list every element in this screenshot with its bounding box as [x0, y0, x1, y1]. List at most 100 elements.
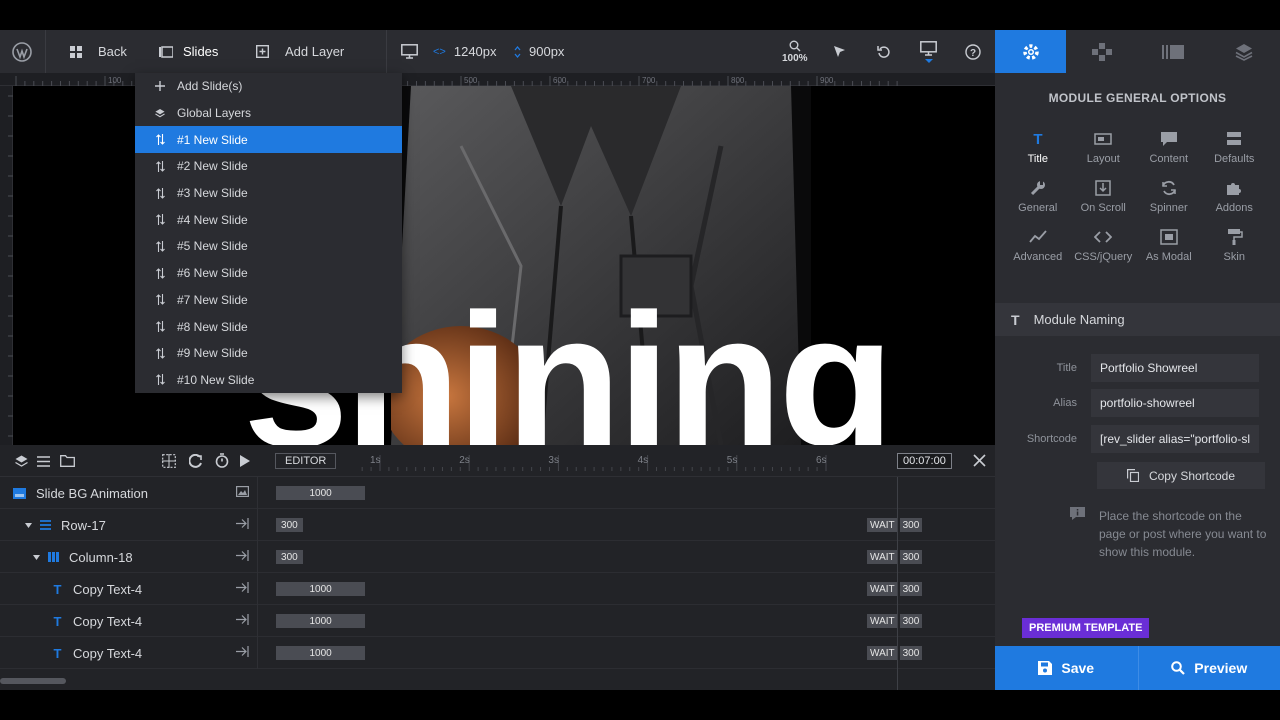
- slide-menu-item[interactable]: #2 New Slide: [135, 153, 402, 180]
- layer-item[interactable]: Slide BG Animation: [0, 477, 258, 509]
- tab-module-settings[interactable]: [995, 30, 1067, 73]
- layers-icon[interactable]: [15, 455, 28, 468]
- wait-block[interactable]: WAIT 300: [867, 550, 923, 564]
- image-icon[interactable]: [236, 486, 249, 497]
- tab-layer-options[interactable]: [1209, 30, 1280, 73]
- timeline-ruler[interactable]: 1s 2s 3s 4s 5s 6s: [265, 445, 895, 477]
- height-field[interactable]: 900px: [514, 30, 564, 73]
- option-layout[interactable]: Layout: [1071, 123, 1137, 172]
- slide-menu-item[interactable]: #3 New Slide: [135, 180, 402, 207]
- loop-icon[interactable]: [189, 454, 203, 468]
- wordpress-logo-icon[interactable]: [12, 30, 32, 73]
- timeline-row[interactable]: T Copy Text-4 1000 WAIT 300: [0, 637, 995, 669]
- help-button[interactable]: ?: [965, 30, 981, 73]
- monitor-icon: [401, 44, 418, 59]
- timeline-row[interactable]: T Copy Text-4 1000 WAIT 300: [0, 605, 995, 637]
- layer-item[interactable]: T Copy Text-4: [0, 573, 258, 605]
- add-layer-button[interactable]: Add Layer: [256, 30, 344, 73]
- module-naming-section[interactable]: T Module Naming: [995, 303, 1280, 336]
- wait-block[interactable]: WAIT 300: [867, 646, 923, 660]
- device-desktop-button[interactable]: [401, 30, 418, 73]
- slide-menu-item[interactable]: #9 New Slide: [135, 340, 402, 367]
- option-general[interactable]: General: [1005, 172, 1071, 221]
- options-grid: T Title Layout Content Defaults General On Scr…: [995, 123, 1280, 270]
- wait-value: 300: [899, 518, 923, 532]
- jump-to-icon[interactable]: [236, 614, 249, 625]
- jump-to-icon[interactable]: [236, 518, 249, 529]
- option-as-modal[interactable]: As Modal: [1136, 221, 1202, 270]
- shortcode-field[interactable]: [rev_slider alias="portfolio-sl: [1091, 425, 1259, 453]
- timeline-row[interactable]: Column-18 300 WAIT 300: [0, 541, 995, 573]
- jump-to-icon[interactable]: [236, 646, 249, 657]
- preview-button[interactable]: Preview: [1137, 646, 1280, 690]
- timeline-row[interactable]: T Copy Text-4 1000 WAIT 300: [0, 573, 995, 605]
- timeline-row[interactable]: Row-17 300 WAIT 300: [0, 509, 995, 541]
- jump-to-icon[interactable]: [236, 582, 249, 593]
- animation-bar[interactable]: 1000: [276, 646, 366, 660]
- caret-down-icon[interactable]: [33, 554, 40, 560]
- option-title[interactable]: T Title: [1005, 123, 1071, 172]
- slide-menu-item[interactable]: #8 New Slide: [135, 313, 402, 340]
- select-tool-button[interactable]: [833, 30, 846, 73]
- width-field[interactable]: <> 1240px: [433, 30, 497, 73]
- layout-icon: [1094, 130, 1112, 148]
- option-defaults[interactable]: Defaults: [1202, 123, 1268, 172]
- title-field[interactable]: Portfolio Showreel: [1091, 354, 1259, 382]
- add-slides-item[interactable]: Add Slide(s): [135, 73, 402, 100]
- timeline-scrollbar[interactable]: [0, 678, 66, 684]
- slide-menu-item-label: #6 New Slide: [177, 266, 248, 281]
- timeline-panel: EDITOR 1s 2s 3s 4s 5s 6s 00:07:00 Slide BG An…: [0, 445, 995, 690]
- wait-block[interactable]: WAIT 300: [867, 518, 923, 532]
- option-content[interactable]: Content: [1136, 123, 1202, 172]
- option-advanced[interactable]: Advanced: [1005, 221, 1071, 270]
- stopwatch-icon[interactable]: [215, 453, 229, 468]
- animation-bar[interactable]: 300: [276, 518, 303, 532]
- animation-bar[interactable]: 1000: [276, 486, 366, 500]
- list-icon[interactable]: [37, 456, 50, 467]
- layer-item[interactable]: T Copy Text-4: [0, 637, 258, 669]
- option-skin[interactable]: Skin: [1202, 221, 1268, 270]
- jump-to-icon[interactable]: [236, 550, 249, 561]
- back-button[interactable]: Back: [70, 30, 127, 73]
- caret-down-icon[interactable]: [25, 522, 32, 528]
- grid-select-icon[interactable]: [162, 454, 176, 468]
- layer-item[interactable]: Row-17: [0, 509, 258, 541]
- slide-menu-item[interactable]: #4 New Slide: [135, 206, 402, 233]
- slides-icon: [159, 45, 173, 58]
- option-spinner[interactable]: Spinner: [1136, 172, 1202, 221]
- slide-menu-item[interactable]: #1 New Slide: [135, 126, 402, 154]
- zoom-control[interactable]: 100%: [782, 30, 808, 73]
- copy-shortcode-button[interactable]: Copy Shortcode: [1097, 462, 1265, 489]
- wait-block[interactable]: WAIT 300: [867, 614, 923, 628]
- animation-bar[interactable]: 1000: [276, 614, 366, 628]
- layer-item[interactable]: T Copy Text-4: [0, 605, 258, 637]
- option-css-jquery[interactable]: CSS/jQuery: [1071, 221, 1137, 270]
- slide-menu-item[interactable]: #6 New Slide: [135, 260, 402, 287]
- animation-bar[interactable]: 1000: [276, 582, 366, 596]
- wait-block[interactable]: WAIT 300: [867, 582, 923, 596]
- animation-bar[interactable]: 300: [276, 550, 303, 564]
- spinner-icon: [1160, 179, 1178, 197]
- slide-menu-item[interactable]: #7 New Slide: [135, 287, 402, 314]
- save-button[interactable]: Save: [995, 646, 1138, 690]
- slide-menu-item[interactable]: #10 New Slide: [135, 367, 402, 394]
- svg-text:?: ?: [970, 48, 976, 59]
- option-addons[interactable]: Addons: [1202, 172, 1268, 221]
- folder-icon[interactable]: [60, 455, 75, 467]
- undo-button[interactable]: [877, 30, 891, 73]
- end-time[interactable]: 00:07:00: [897, 453, 952, 469]
- tab-slide-options[interactable]: [1138, 30, 1209, 73]
- close-icon[interactable]: [973, 454, 986, 467]
- wait-label: WAIT: [867, 614, 898, 628]
- layer-item[interactable]: Column-18: [0, 541, 258, 573]
- slide-menu-item[interactable]: #5 New Slide: [135, 233, 402, 260]
- global-layers-item[interactable]: Global Layers: [135, 100, 402, 127]
- timeline-row[interactable]: Slide BG Animation 1000: [0, 477, 995, 509]
- layers-icon: [155, 108, 165, 119]
- slides-button[interactable]: Slides: [159, 30, 218, 73]
- tab-navigation[interactable]: [1066, 30, 1137, 73]
- play-icon[interactable]: [240, 455, 250, 467]
- option-on-scroll[interactable]: On Scroll: [1071, 172, 1137, 221]
- alias-field[interactable]: portfolio-showreel: [1091, 389, 1259, 417]
- preview-device-button[interactable]: [920, 30, 937, 73]
